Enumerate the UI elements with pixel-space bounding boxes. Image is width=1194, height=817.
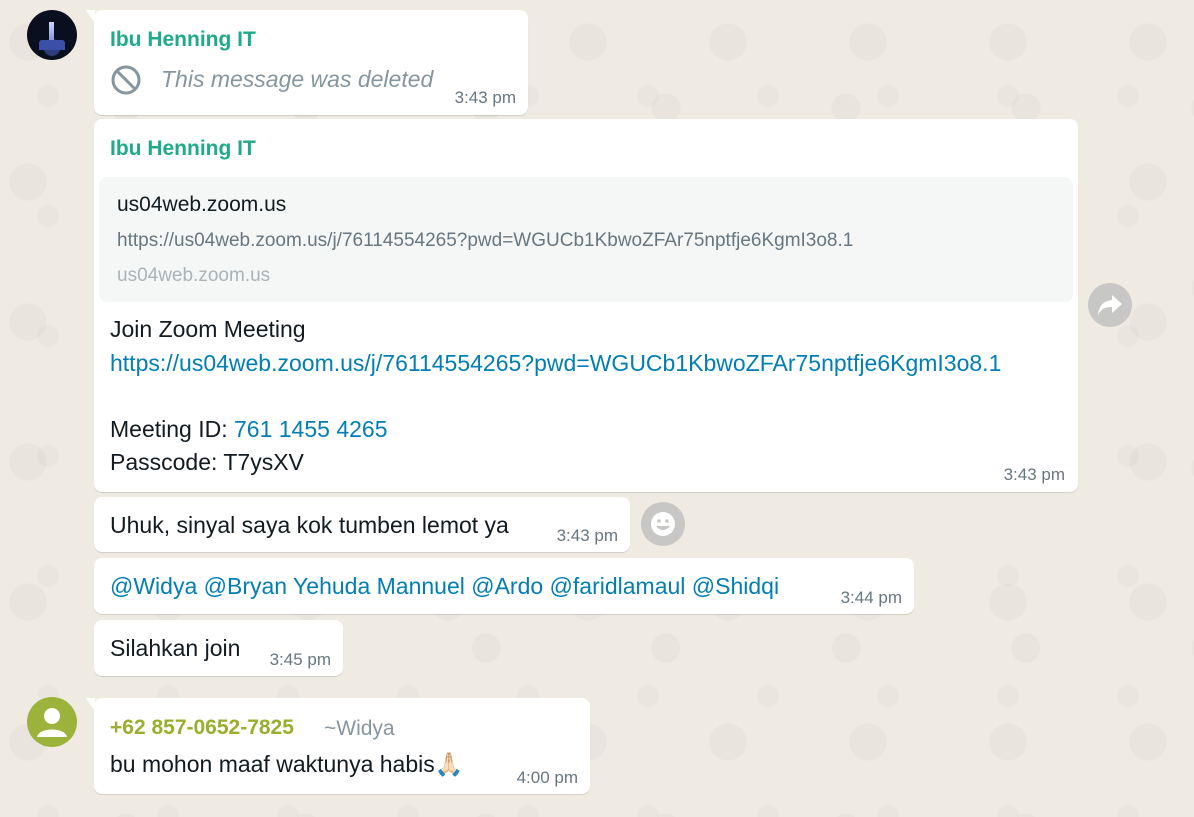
message-bubble-zoom[interactable]: Ibu Henning IT us04web.zoom.us https://u… — [94, 119, 1078, 492]
message-bubble[interactable]: Silahkan join 3:45 pm — [94, 620, 343, 676]
message-sender-phone[interactable]: +62 857-0652-7825 — [110, 716, 294, 740]
message-bubble[interactable]: Uhuk, sinyal saya kok tumben lemot ya 3:… — [94, 497, 630, 552]
message-time: 3:45 pm — [269, 650, 331, 669]
message-time: 3:44 pm — [840, 588, 902, 607]
message-bubble-deleted[interactable]: Ibu Henning IT This message was deleted … — [86, 10, 528, 115]
meeting-id-phone-link[interactable]: 761 1455 4265 — [234, 416, 388, 442]
deleted-message-text: This message was deleted — [161, 66, 434, 92]
passcode-line: Passcode: T7ysXV — [110, 449, 304, 475]
message-sender[interactable]: Ibu Henning IT — [110, 137, 256, 161]
message-text: bu mohon maaf waktunya habis🙏🏻 — [110, 751, 464, 777]
link-preview[interactable]: us04web.zoom.us https://us04web.zoom.us/… — [99, 177, 1073, 302]
message-time: 3:43 pm — [1003, 465, 1065, 484]
zoom-meeting-link[interactable]: https://us04web.zoom.us/j/76114554265?pw… — [110, 350, 1001, 377]
message-sender[interactable]: Ibu Henning IT — [110, 28, 256, 52]
block-icon — [111, 65, 141, 95]
sender-avatar-default[interactable] — [27, 697, 77, 747]
link-preview-description: https://us04web.zoom.us/j/76114554265?pw… — [117, 230, 854, 251]
meeting-id-label: Meeting ID: — [110, 416, 234, 442]
message-text: Uhuk, sinyal saya kok tumben lemot ya — [110, 512, 509, 538]
emoji-react-icon — [651, 512, 675, 536]
user-avatar-icon — [37, 708, 67, 737]
message-time: 4:00 pm — [516, 768, 578, 787]
message-bubble[interactable]: +62 857-0652-7825 ~Widya bu mohon maaf w… — [86, 698, 590, 794]
meeting-id-line: Meeting ID: 761 1455 4265 — [110, 416, 388, 443]
link-preview-domain: us04web.zoom.us — [117, 265, 271, 286]
link-preview-title: us04web.zoom.us — [117, 193, 287, 216]
forward-button[interactable] — [1088, 283, 1132, 327]
message-text: Silahkan join — [110, 635, 241, 661]
emoji-react-button[interactable] — [641, 502, 685, 546]
message-text-line: Join Zoom Meeting — [110, 316, 306, 342]
sender-push-name: ~Widya — [324, 717, 395, 740]
mentions-text[interactable]: @Widya @Bryan Yehuda Mannuel @Ardo @fari… — [110, 573, 779, 600]
sender-avatar[interactable] — [27, 10, 77, 60]
avatar-image-detail — [39, 40, 65, 50]
message-time: 3:43 pm — [556, 526, 618, 545]
message-time: 3:43 pm — [454, 88, 516, 107]
message-bubble-mentions[interactable]: @Widya @Bryan Yehuda Mannuel @Ardo @fari… — [94, 558, 914, 614]
forward-icon — [1098, 295, 1122, 315]
